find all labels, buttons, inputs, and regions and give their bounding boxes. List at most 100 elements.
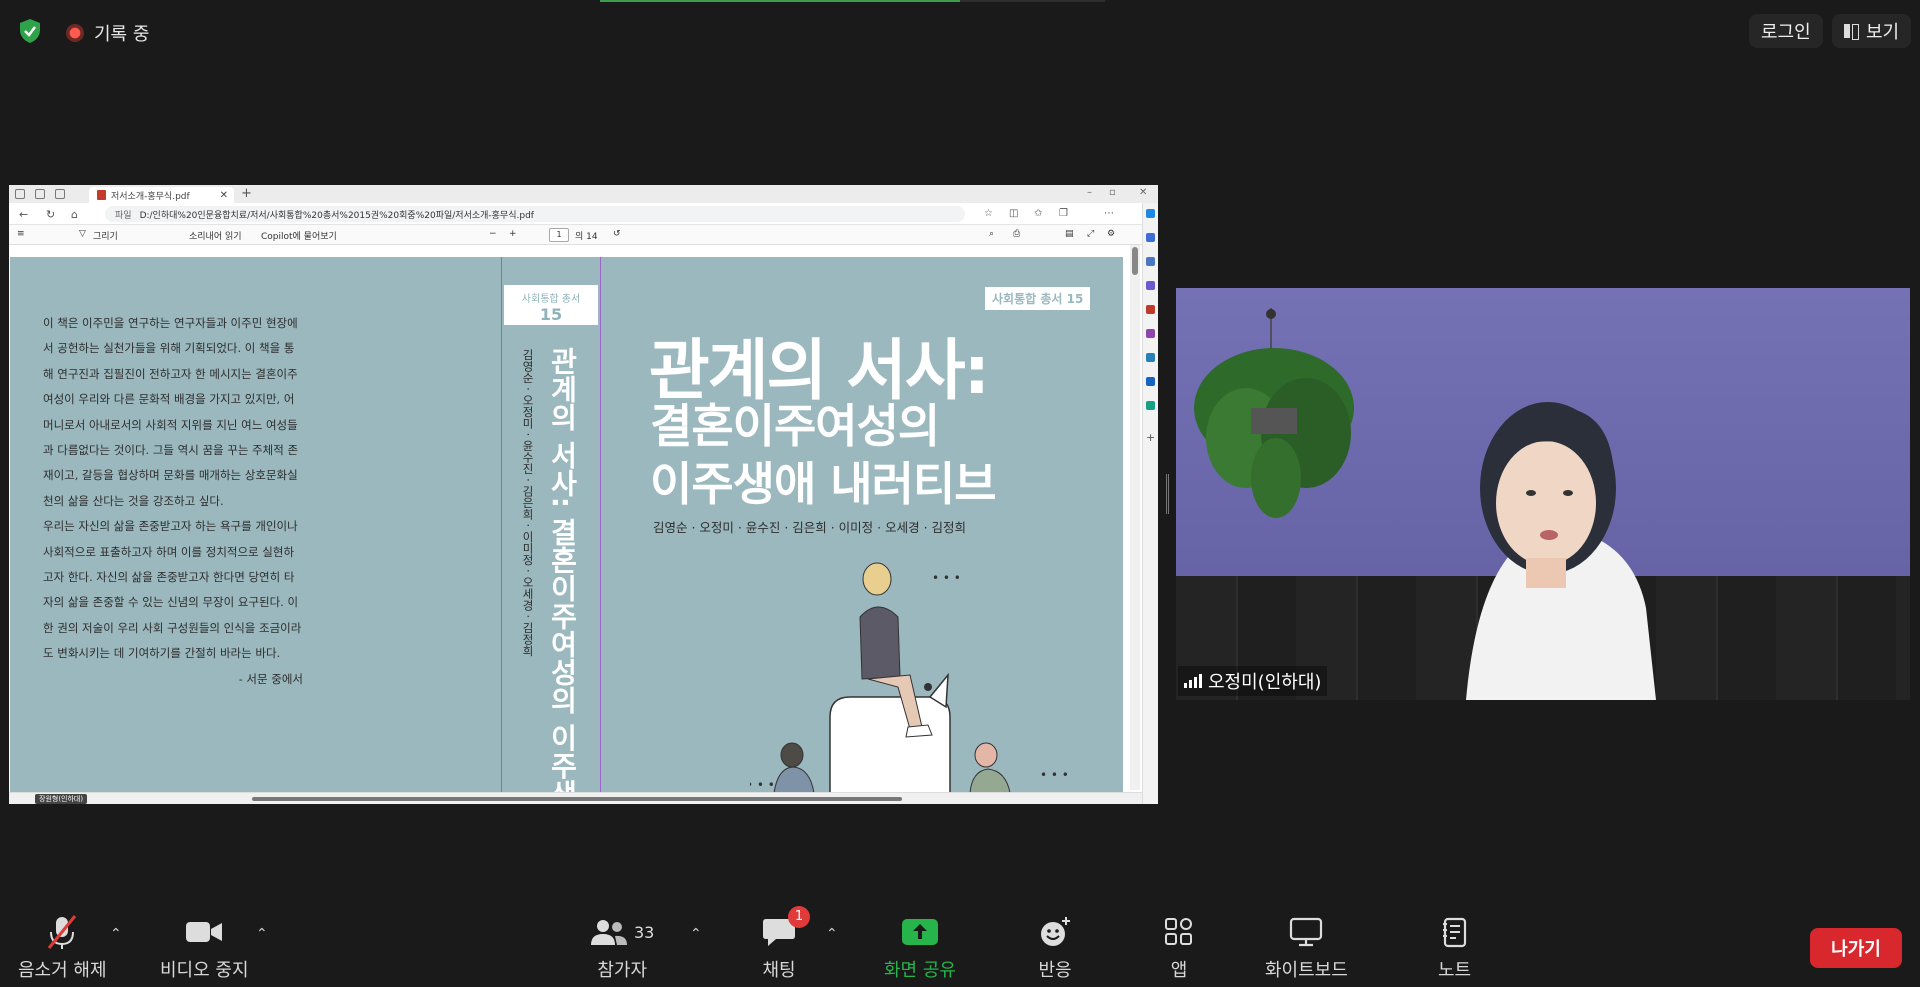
record-dot-icon bbox=[66, 24, 84, 42]
tag-icon[interactable] bbox=[1146, 281, 1155, 290]
read-aloud-label[interactable]: 소리내어 읽기 bbox=[189, 229, 242, 242]
profile-icon[interactable] bbox=[15, 189, 25, 199]
tab-actions-icon[interactable] bbox=[55, 189, 65, 199]
share-screen-button[interactable]: 화면 공유 bbox=[884, 914, 956, 982]
notes-label: 노트 bbox=[1438, 960, 1472, 981]
collections-icon[interactable]: ❐ bbox=[1059, 208, 1068, 219]
front-title-sub-line: 이주생애 내러티브 bbox=[650, 457, 997, 511]
meeting-toolbar: 음소거 해제 ⌃ 비디오 중지 ⌃ 33 참가자 ⌃ 1 채팅 ⌃ 화면 공유 … bbox=[0, 900, 1920, 987]
copilot-icon[interactable] bbox=[1146, 209, 1155, 218]
spine-authors: 김영순 · 오정미 · 윤수진 · 김은희 · 이미정 · 오세경 · 김정희 bbox=[521, 349, 535, 657]
fullscreen-icon[interactable]: ⤢ bbox=[1087, 229, 1094, 239]
contents-icon[interactable]: ≡ bbox=[17, 229, 25, 239]
search-icon[interactable]: ⌕ bbox=[989, 229, 994, 239]
stop-video-button[interactable]: 비디오 중지 bbox=[160, 914, 249, 982]
participants-button[interactable]: 33 참가자 bbox=[590, 914, 654, 982]
address-text: D:/인하대%20인문융합치료/저서/사회통합%20총서%2015권%20회중%… bbox=[139, 210, 534, 221]
chat-label: 채팅 bbox=[762, 960, 796, 981]
refresh-icon[interactable]: ↻ bbox=[46, 208, 55, 221]
front-title-sub: 결혼이주여성의 이주생애 내러티브 bbox=[650, 397, 997, 513]
page-number-field[interactable]: 1 bbox=[549, 228, 569, 242]
audio-options-caret-icon[interactable]: ⌃ bbox=[110, 926, 122, 942]
zoom-in-icon[interactable]: + bbox=[509, 229, 517, 239]
presenter-tag: 장원형(인하대) bbox=[35, 794, 88, 804]
notifications-icon[interactable] bbox=[1146, 233, 1155, 242]
svg-text:• • •: • • • bbox=[1040, 768, 1069, 782]
participant-name-tag: 오정미(인하대) bbox=[1178, 666, 1328, 696]
search-sidebar-icon[interactable] bbox=[1146, 257, 1155, 266]
tools-icon[interactable] bbox=[1146, 305, 1155, 314]
svg-text:• • •: • • • bbox=[750, 778, 775, 792]
edge-sidebar: + bbox=[1142, 203, 1158, 804]
maximize-icon[interactable]: ▫ bbox=[1109, 187, 1116, 198]
video-camera-icon bbox=[186, 922, 223, 942]
workspaces-icon[interactable] bbox=[35, 189, 45, 199]
split-icon[interactable]: ◫ bbox=[1009, 208, 1018, 219]
participants-icon bbox=[591, 920, 627, 945]
rotate-icon[interactable]: ↺ bbox=[613, 229, 621, 239]
favorite-icon[interactable]: ☆ bbox=[984, 208, 993, 219]
recording-indicator[interactable]: 기록 중 bbox=[66, 20, 149, 46]
drop-icon[interactable] bbox=[1146, 401, 1155, 410]
save-icon[interactable]: ▤ bbox=[1065, 229, 1074, 239]
settings-icon[interactable]: ⚙ bbox=[1107, 229, 1115, 239]
participant-name: 오정미(인하대) bbox=[1208, 672, 1322, 693]
copilot-label[interactable]: Copilot에 물어보기 bbox=[261, 229, 337, 242]
chat-button[interactable]: 1 채팅 bbox=[762, 906, 810, 982]
leave-button[interactable]: 나가기 bbox=[1810, 928, 1902, 968]
split-handle[interactable] bbox=[1166, 474, 1169, 514]
notes-button[interactable]: 노트 bbox=[1438, 914, 1471, 982]
apps-button[interactable]: 앱 bbox=[1164, 914, 1194, 982]
minimize-icon[interactable]: – bbox=[1087, 187, 1092, 198]
vertical-scrollbar[interactable] bbox=[1130, 245, 1140, 790]
browser-tab[interactable]: 저서소개-홍무식.pdf ✕ bbox=[89, 187, 234, 203]
games-icon[interactable] bbox=[1146, 353, 1155, 362]
horizontal-scrollbar[interactable]: 장원형(인하대) bbox=[9, 792, 1142, 804]
front-authors: 김영순 · 오정미 · 윤수진 · 김은희 · 이미정 · 오세경 · 김정희 bbox=[653, 520, 967, 535]
shield-check-icon[interactable] bbox=[18, 18, 42, 44]
draw-icon[interactable]: ▽ bbox=[79, 229, 86, 239]
svg-text:• • •: • • • bbox=[932, 571, 961, 585]
participant-video[interactable]: 오정미(인하대) bbox=[1176, 288, 1910, 700]
participants-caret-icon[interactable]: ⌃ bbox=[690, 926, 702, 942]
people-icon[interactable] bbox=[1146, 329, 1155, 338]
favorites-icon[interactable]: ✩ bbox=[1034, 208, 1042, 219]
participants-label: 참가자 bbox=[597, 960, 648, 981]
pdf-icon bbox=[97, 190, 106, 200]
close-tab-icon[interactable]: ✕ bbox=[220, 190, 228, 201]
reactions-button[interactable]: 반응 bbox=[1038, 914, 1072, 982]
video-scene bbox=[1194, 308, 1656, 700]
cover-illustration: • • • • • • • • • bbox=[750, 562, 1069, 793]
print-icon[interactable]: ⎙ bbox=[1013, 229, 1020, 239]
chat-caret-icon[interactable]: ⌃ bbox=[826, 926, 838, 942]
browser-tab-bar: 저서소개-홍무식.pdf ✕ + – ▫ ✕ bbox=[9, 185, 1158, 203]
unmute-button[interactable]: 음소거 해제 bbox=[18, 914, 107, 982]
spine-series-label: 사회통합 총서 bbox=[521, 294, 581, 305]
zoom-out-icon[interactable]: − bbox=[489, 229, 497, 239]
new-tab-icon[interactable]: + bbox=[241, 186, 252, 201]
back-signature: - 서문 중에서 bbox=[238, 671, 303, 686]
address-field[interactable]: 파일 D:/인하대%20인문융합치료/저서/사회통합%20총서%2015권%20… bbox=[105, 206, 965, 222]
back-paragraph: 이 책은 이주민을 연구하는 연구자들과 이주민 현장에서 공헌하는 실천가들을… bbox=[43, 316, 299, 508]
microphone-muted-icon bbox=[48, 915, 77, 949]
add-sidebar-icon[interactable]: + bbox=[1146, 431, 1155, 444]
login-button[interactable]: 로그인 bbox=[1749, 14, 1823, 48]
home-icon[interactable]: ⌂ bbox=[71, 208, 78, 221]
outlook-icon[interactable] bbox=[1146, 377, 1155, 386]
notes-icon bbox=[1442, 917, 1466, 948]
address-bar-row: ← ↻ ⌂ 파일 D:/인하대%20인문융합치료/저서/사회통합%20총서%20… bbox=[9, 203, 1158, 225]
unmute-label: 음소거 해제 bbox=[18, 960, 107, 981]
page-total: 의 14 bbox=[575, 232, 598, 242]
close-window-icon[interactable]: ✕ bbox=[1139, 187, 1147, 198]
more-icon[interactable]: ⋯ bbox=[1104, 208, 1114, 219]
video-options-caret-icon[interactable]: ⌃ bbox=[256, 926, 268, 942]
shared-screen: 저서소개-홍무식.pdf ✕ + – ▫ ✕ ← ↻ ⌂ 파일 D:/인하대%2… bbox=[9, 185, 1158, 804]
back-icon[interactable]: ← bbox=[19, 208, 28, 221]
signal-icon bbox=[1184, 674, 1202, 688]
front-series-badge: 사회통합 총서 15 bbox=[985, 287, 1091, 310]
apps-icon bbox=[1165, 918, 1192, 945]
view-button[interactable]: 보기 bbox=[1832, 14, 1912, 48]
draw-label[interactable]: 그리기 bbox=[93, 229, 118, 242]
spine-series-badge: 사회통합 총서 15 bbox=[504, 285, 598, 325]
whiteboard-button[interactable]: 화이트보드 bbox=[1265, 914, 1348, 982]
